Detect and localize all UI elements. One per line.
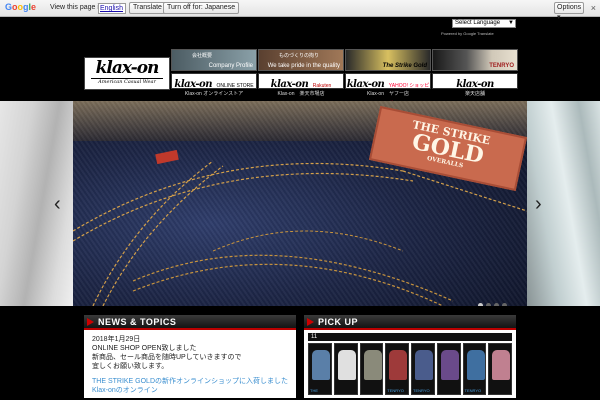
site-logo[interactable]: klax-on American Casual Wear [84, 57, 170, 90]
pickup-item[interactable] [333, 343, 358, 395]
nav-button-yahoo[interactable]: klax-on YAHOO! ショッピング [345, 73, 431, 107]
news-title: NEWS & TOPICS [98, 317, 177, 327]
nav-button-online-store[interactable]: klax-on ONLINE STORE [171, 73, 257, 90]
pickup-item[interactable]: THE [308, 343, 332, 395]
shirt-image [492, 350, 511, 380]
nav-banner-company[interactable]: 会社概要 Company Profile [171, 49, 257, 71]
nav-cell-online-store[interactable]: 会社概要 Company Profile klax-on ONLINE STOR… [171, 49, 257, 97]
news-date: 2018年1月29日 [92, 336, 141, 343]
pickup-item[interactable]: TENRYO [462, 343, 487, 395]
hero-image-jeans[interactable]: THE STRIKE GOLD OVERALLS [73, 101, 527, 306]
slider-dot[interactable] [494, 303, 499, 306]
nav-button-shop[interactable]: klax-on [432, 73, 518, 90]
hero-slider: ‹ THE STRIKE GOLD OVERALLS › [0, 101, 600, 306]
nav-button-rakuten[interactable]: klax-on Rakuten [258, 73, 344, 90]
shirt-image [440, 350, 459, 380]
pickup-item-label: TENRYO [464, 388, 482, 393]
site-language-label: Select Language [455, 20, 501, 26]
options-button[interactable]: Options ▾ [554, 2, 584, 21]
chevron-right-icon[interactable]: › [535, 193, 542, 216]
slider-dots [475, 295, 507, 306]
slider-dot[interactable] [486, 303, 491, 306]
nav-cell-yahoo[interactable]: The Strike Gold klax-on YAHOO! ショッピング Kl… [345, 49, 431, 107]
pickup-item[interactable] [359, 343, 384, 395]
logo-main: klax-on [95, 58, 160, 78]
pickup-item[interactable] [488, 343, 512, 395]
turn-off-button[interactable]: Turn off for: Japanese [163, 2, 240, 14]
translate-button[interactable]: Translate [129, 2, 166, 14]
nav-cell-tenryo[interactable]: TENRYO klax-on 楽天店舗 [432, 49, 518, 97]
pickup-header: PICK UP [304, 315, 516, 330]
news-body: 2018年1月29日 ONLINE SHOP OPEN致しました 新商品、セール… [84, 330, 296, 398]
nav-label-shop: 楽天店舗 [464, 91, 485, 97]
nav-banner-strike-gold[interactable]: The Strike Gold [345, 49, 431, 71]
translate-prompt: View this page in: [50, 4, 105, 11]
triangle-icon [87, 318, 94, 326]
nav-label-rakuten: Klax-on 楽天市場店 [277, 91, 325, 97]
chevron-left-icon[interactable]: ‹ [54, 193, 61, 216]
pickup-item[interactable]: TENRYO [385, 343, 409, 395]
shirt-image [415, 350, 433, 380]
nav-label-online-store: Klax-on オンラインストア [184, 91, 244, 97]
shirt-image [389, 350, 408, 380]
pickup-item-label: THE [310, 388, 318, 393]
powered-by-google: Powered by Google Translate [441, 31, 494, 36]
pickup-body: 11 THE TENRYO TENRYO TENRYO [304, 330, 516, 398]
nav-banner-quality[interactable]: ものづくりの拘り We take pride in the quality [258, 49, 344, 71]
pickup-item-label: TENRYO [413, 388, 430, 393]
pickup-item[interactable] [436, 343, 461, 395]
pickup-thumbnails: THE TENRYO TENRYO TENRYO [308, 343, 512, 395]
shirt-image [312, 350, 330, 380]
pickup-panel: PICK UP 11 THE TENRYO TENRYO TENRYO [304, 315, 516, 400]
google-logo: Google [5, 2, 37, 12]
news-line: 宜しくお願い致します。 [92, 363, 169, 370]
news-line: 新商品、セール商品を随時UPしていきますので [92, 354, 242, 361]
triangle-icon [307, 318, 314, 326]
pickup-title: PICK UP [318, 317, 359, 327]
chevron-down-icon: ▼ [508, 20, 514, 26]
news-header: NEWS & TOPICS [84, 315, 296, 330]
site-language-select[interactable]: Select Language ▼ [452, 19, 516, 28]
language-select[interactable]: English [98, 3, 126, 14]
pickup-bar: 11 [308, 333, 512, 341]
google-translate-bar: Google View this page in: English Transl… [0, 0, 600, 21]
pickup-item[interactable]: TENRYO [411, 343, 435, 395]
slider-dot[interactable] [502, 303, 507, 306]
shirt-image [466, 350, 485, 380]
news-panel: NEWS & TOPICS 2018年1月29日 ONLINE SHOP OPE… [84, 315, 296, 400]
logo-sub: American Casual Wear [91, 78, 163, 86]
slider-dot[interactable] [478, 303, 483, 306]
news-line: ONLINE SHOP OPEN致しました [92, 345, 197, 352]
slide-preview-left[interactable] [0, 101, 73, 306]
shirt-image [363, 350, 382, 380]
pickup-item-label: TENRYO [387, 388, 404, 393]
news-link[interactable]: Klax-onのオンライン [92, 386, 288, 395]
close-icon[interactable]: × [591, 3, 596, 13]
news-link[interactable]: THE STRIKE GOLDの新作オンラインショップに入荷しました [92, 377, 288, 386]
shirt-image [337, 350, 356, 380]
nav-banner-tenryo[interactable]: TENRYO [432, 49, 518, 71]
nav-cell-rakuten[interactable]: ものづくりの拘り We take pride in the quality kl… [258, 49, 344, 97]
